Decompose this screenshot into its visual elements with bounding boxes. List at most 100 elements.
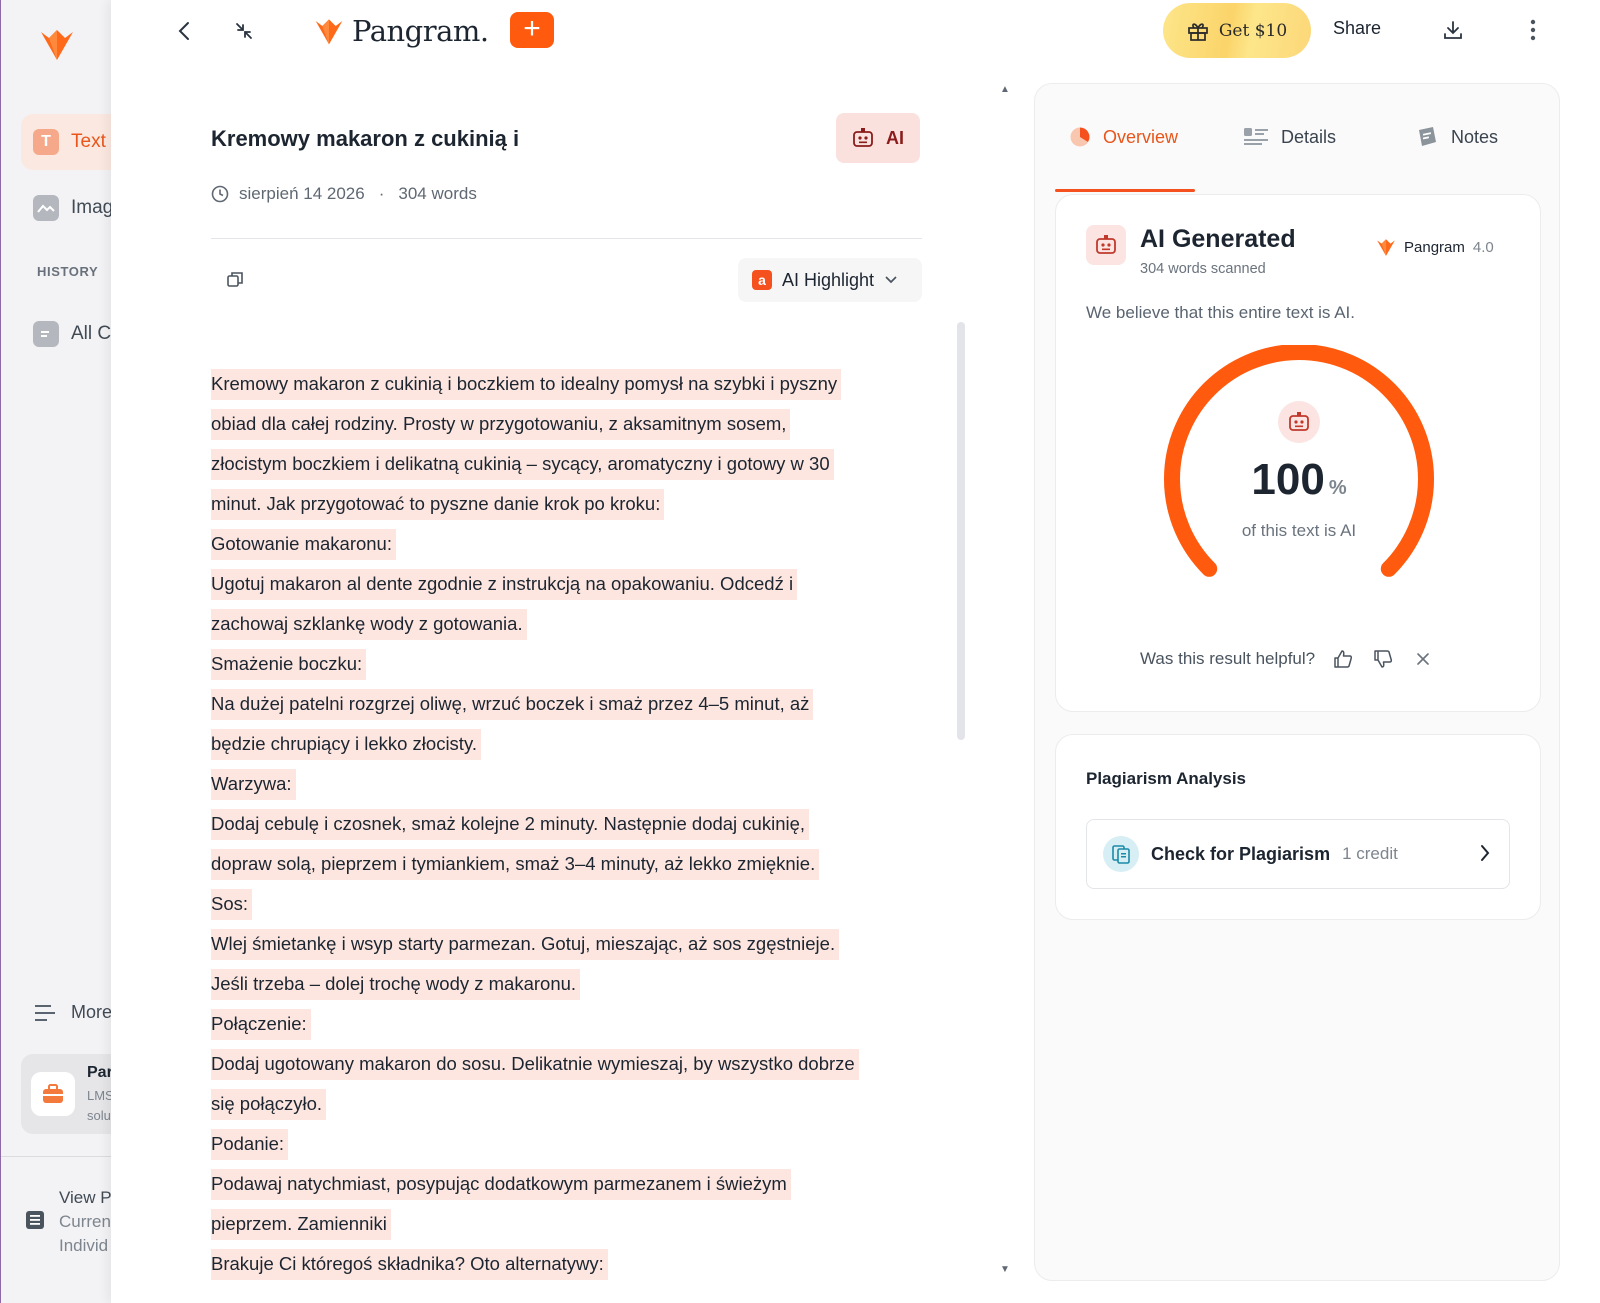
sidebar-item-label: Text — [71, 131, 106, 152]
scroll-up-arrow-icon[interactable]: ▲ — [1000, 84, 1010, 95]
plagiarism-card: Plagiarism Analysis Check for Plagiarism… — [1055, 734, 1541, 920]
sidebar-item-text[interactable]: T Text — [21, 114, 118, 170]
robot-icon — [1086, 225, 1126, 265]
sidebar-item-all-checks[interactable]: All Cl — [21, 306, 118, 362]
menu-lines-icon — [35, 1004, 55, 1021]
text-line: Dodaj ugotowany makaron do sosu. Delikat… — [211, 1044, 931, 1084]
text-line: Na dużej patelni rozgrzej oliwę, wrzuć b… — [211, 684, 931, 724]
pangram-logo-icon[interactable] — [39, 26, 75, 62]
pangram-logo-icon — [315, 19, 343, 45]
tab-overview[interactable]: Overview — [1069, 112, 1178, 162]
words-scanned: 304 words scanned — [1140, 261, 1266, 277]
referral-label: Get $10 — [1218, 20, 1288, 41]
text-line: pieprzem. Zamienniki — [211, 1204, 931, 1244]
back-button[interactable] — [167, 14, 201, 48]
text-line: obiad dla całej rodziny. Prosty w przygo… — [211, 404, 931, 444]
sidebar-item-label: All Cl — [71, 323, 116, 344]
text-line: Smażenie boczku: — [211, 644, 931, 684]
copy-icon — [227, 272, 243, 287]
active-tab-indicator — [1055, 189, 1195, 192]
tab-notes[interactable]: Notes — [1415, 112, 1498, 162]
ai-highlighted-text: Dodaj cebulę i czosnek, smaż kolejne 2 m… — [211, 809, 810, 840]
tab-details[interactable]: Details — [1243, 112, 1336, 162]
tab-label: Notes — [1451, 126, 1499, 147]
share-button[interactable]: Share — [1333, 18, 1381, 39]
text-line: Dodaj cebulę i czosnek, smaż kolejne 2 m… — [211, 804, 931, 844]
thumbs-up-button[interactable] — [1331, 647, 1355, 671]
text-line: Połączenie: — [211, 1004, 931, 1044]
more-label: More — [71, 1002, 113, 1022]
result-description: We believe that this entire text is AI. — [1086, 303, 1355, 322]
text-scrollbar[interactable] — [957, 322, 965, 740]
model-version: 4.0 — [1472, 238, 1494, 256]
copy-button[interactable] — [225, 270, 247, 292]
analyzed-text[interactable]: Kremowy makaron z cukinią i boczkiem to … — [211, 364, 931, 1284]
sidebar: T Text Imag HISTORY All Cl More Par LMS … — [0, 0, 118, 1303]
gauge-robot-icon — [1278, 401, 1320, 443]
brand[interactable]: Pangram. — [314, 14, 489, 48]
text-line: Sos: — [211, 884, 931, 924]
sidebar-more[interactable]: More — [33, 1002, 112, 1023]
new-check-button[interactable]: + — [510, 12, 554, 48]
plan-list-icon — [26, 1211, 44, 1229]
ai-highlighted-text: złocistym boczkiem i delikatną cukinią –… — [211, 449, 834, 480]
ai-highlighted-text: Kremowy makaron z cukinią i boczkiem to … — [211, 369, 842, 400]
ai-highlighted-text: Podawaj natychmiast, posypując dodatkowy… — [211, 1169, 791, 1200]
ai-highlighted-text: Ugotuj makaron al dente zgodnie z instru… — [211, 569, 798, 600]
plagiarism-title: Plagiarism Analysis — [1086, 769, 1247, 788]
ai-gauge: 100% of this text is AI — [1156, 344, 1442, 611]
kebab-menu-icon — [1530, 19, 1536, 41]
ai-highlighted-text: Podanie: — [211, 1129, 289, 1160]
ai-highlighted-text: Dodaj ugotowany makaron do sosu. Delikat… — [211, 1049, 859, 1080]
sidebar-item-image[interactable]: Imag — [21, 180, 118, 236]
pangram-logo-icon — [1377, 239, 1395, 256]
promo-line1: LMS — [87, 1088, 114, 1103]
referral-button[interactable]: Get $10 — [1163, 3, 1311, 58]
download-icon — [1444, 21, 1462, 39]
plan-line1: View P — [59, 1188, 112, 1207]
promo-line2: solu — [87, 1108, 111, 1123]
ai-highlighted-text: Brakuje Ci któregoś składnika? Oto alter… — [211, 1249, 608, 1280]
thumbs-down-icon — [1374, 650, 1393, 668]
result-title: AI Generated — [1140, 225, 1296, 253]
ai-highlighted-text: minut. Jak przygotować to pyszne danie k… — [211, 489, 665, 520]
promo-card[interactable]: Par LMS solu — [21, 1054, 118, 1134]
feedback-row: Was this result helpful? — [1140, 647, 1435, 671]
check-plagiarism-label: Check for Plagiarism — [1151, 843, 1331, 864]
dismiss-feedback-button[interactable] — [1411, 647, 1435, 671]
collapse-button[interactable] — [227, 14, 261, 48]
sidebar-item-label: Imag — [71, 197, 114, 218]
feedback-question: Was this result helpful? — [1140, 649, 1316, 668]
more-options-button[interactable] — [1519, 14, 1547, 46]
text-icon: T — [33, 129, 59, 155]
thumbs-down-button[interactable] — [1371, 647, 1395, 671]
ai-badge[interactable]: AI — [836, 113, 920, 163]
topbar: Pangram. + Get $10 Share — [111, 0, 1600, 62]
image-icon — [33, 195, 59, 221]
tab-label: Details — [1281, 126, 1337, 147]
ai-highlighted-text: Wlej śmietankę i wsyp starty parmezan. G… — [211, 929, 840, 960]
overview-icon — [1070, 127, 1090, 147]
sidebar-divider — [1, 1156, 118, 1157]
ai-highlight-dropdown[interactable]: a AI Highlight — [738, 258, 922, 302]
text-line: Jeśli trzeba – dolej trochę wody z makar… — [211, 964, 931, 1004]
ai-highlighted-text: obiad dla całej rodziny. Prosty w przygo… — [211, 409, 791, 440]
scroll-down-arrow-icon[interactable]: ▼ — [1000, 1264, 1010, 1275]
check-plagiarism-button[interactable]: Check for Plagiarism 1 credit — [1086, 819, 1510, 889]
text-line: Ugotuj makaron al dente zgodnie z instru… — [211, 564, 931, 604]
ai-highlighted-text: Jeśli trzeba – dolej trochę wody z makar… — [211, 969, 581, 1000]
text-line: złocistym boczkiem i delikatną cukinią –… — [211, 444, 931, 484]
thumbs-up-icon — [1334, 650, 1353, 668]
text-line: Kremowy makaron z cukinią i boczkiem to … — [211, 364, 931, 404]
text-line: będzie chrupiący i lekko złocisty. — [211, 724, 931, 764]
plagiarism-icon — [1103, 836, 1139, 872]
download-button[interactable] — [1437, 14, 1469, 46]
text-line: dopraw solą, pieprzem i tymiankiem, smaż… — [211, 844, 931, 884]
text-line: minut. Jak przygotować to pyszne danie k… — [211, 484, 931, 524]
gauge-value: 100% — [1156, 455, 1442, 505]
document-word-count: 304 words — [398, 184, 477, 203]
collapse-arrows-icon — [236, 23, 252, 39]
text-line: Podawaj natychmiast, posypując dodatkowy… — [211, 1164, 931, 1204]
ai-highlighted-text: będzie chrupiący i lekko złocisty. — [211, 729, 481, 760]
document-date: sierpień 14 2026 — [239, 184, 365, 203]
